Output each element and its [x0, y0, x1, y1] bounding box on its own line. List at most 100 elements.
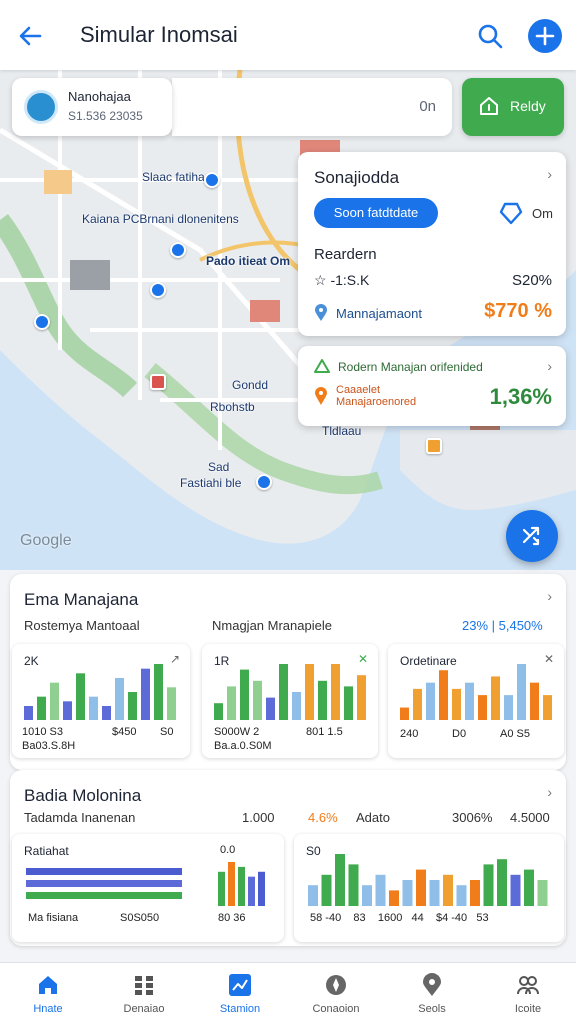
axis-foot: Ba.a.0.S0M: [214, 740, 272, 752]
profile-sub: S1.536 23035: [68, 109, 143, 123]
panel2-sub2: 1.000: [242, 810, 275, 825]
ready-button[interactable]: Reldy: [462, 78, 564, 136]
bar-chart: [400, 664, 552, 720]
map-label-5: Rbohstb: [210, 400, 255, 414]
bar: [478, 695, 487, 720]
bar: [228, 862, 235, 906]
bar: [50, 682, 59, 720]
panel2-stat4: 4.5000: [510, 810, 550, 825]
people-icon: [517, 976, 539, 995]
profile-card[interactable]: Nanohajaa S1.536 23035: [12, 78, 172, 136]
panel2-stat3: 3006%: [452, 810, 493, 825]
panel1-sub2: Nmagjan Mranapiele: [212, 618, 332, 633]
panel2-title: Badia Molonina: [24, 786, 142, 805]
progress-chart[interactable]: Ratiahat 0.0 Ma fisiana S0S050 80 36: [12, 834, 284, 942]
bar: [141, 668, 150, 720]
info2-title: Rodern Manajan orifenided: [338, 360, 483, 374]
triangle-icon: [314, 359, 330, 373]
home-icon: [39, 976, 57, 994]
axis-label: 1010 S3: [22, 726, 63, 738]
nav-home[interactable]: Hnate: [0, 963, 96, 1024]
axis-label: D0: [452, 728, 467, 740]
add-button[interactable]: [528, 19, 562, 53]
map-pin[interactable]: [170, 242, 186, 258]
bar: [537, 880, 548, 906]
bar: [266, 697, 275, 720]
bar: [413, 688, 422, 720]
axis-label: 801 1.5: [306, 726, 343, 738]
bar: [218, 871, 225, 906]
mini-chart-2[interactable]: 1R ✕ S000W 2 801 1.5 Ba.a.0.S0M: [202, 644, 378, 758]
axis-foot: 80 36: [218, 912, 246, 924]
app-header: Simular Inomsai: [0, 0, 576, 70]
info-card-title: Sonajiodda: [314, 168, 400, 187]
arrow-left-icon[interactable]: [14, 20, 46, 52]
map-pin[interactable]: [426, 438, 442, 454]
bar: [279, 664, 288, 720]
map-pin[interactable]: [204, 172, 220, 188]
mini-chart-3[interactable]: Ordetinare ✕ 240 D0 A0 S5: [388, 644, 564, 758]
bar: [253, 680, 262, 720]
side-chart-label: 0.0: [220, 844, 236, 856]
bar: [504, 695, 513, 720]
progress-bar: [26, 880, 182, 887]
home-outline-icon: [480, 97, 498, 115]
bar: [402, 880, 413, 906]
map-pin-icon: [315, 304, 327, 321]
chevron-right-icon[interactable]: ›: [547, 166, 552, 182]
chevron-right-icon[interactable]: ›: [547, 784, 552, 800]
bar: [375, 874, 386, 906]
bar: [429, 880, 440, 906]
map-label-1: Slaac fatiha: [142, 170, 205, 184]
bar: [37, 696, 46, 720]
panel1-title: Ema Manajana: [24, 590, 139, 609]
bar: [238, 866, 245, 906]
info2-label: Caaaelet Manajaroenored: [336, 384, 417, 408]
nav-label: Conaoion: [312, 1003, 360, 1015]
chart-icon: [229, 974, 251, 996]
panel2-sub1: Tadamda Inanenan: [24, 810, 136, 825]
map-pin[interactable]: [150, 374, 166, 390]
bar: [76, 673, 85, 720]
bar: [227, 686, 236, 720]
info-card-subtitle: Reardern: [314, 246, 377, 263]
bar: [348, 864, 359, 906]
chevron-right-icon[interactable]: ›: [547, 358, 552, 374]
bar-chart: [308, 854, 548, 906]
bar: [321, 874, 332, 906]
bar: [154, 664, 163, 720]
bar: [89, 696, 98, 720]
progress-bar: [26, 892, 182, 899]
axis-label: S0: [160, 726, 174, 738]
info-row2-label: Mannajamaont: [336, 306, 422, 321]
shuffle-button[interactable]: [506, 510, 558, 562]
bar: [491, 676, 500, 720]
nav-seols[interactable]: Seols: [384, 963, 480, 1024]
search-icon[interactable]: [474, 20, 506, 52]
status-text: 0n: [419, 98, 436, 115]
bar-chart-wide[interactable]: S0 58 -40 83 1600 44 $4 -40 53: [294, 834, 564, 942]
bar: [318, 680, 327, 720]
map-pin[interactable]: [256, 474, 272, 490]
ready-label: Reldy: [510, 98, 546, 114]
map-label-7: Sad: [208, 460, 230, 474]
google-logo: Google: [20, 532, 72, 549]
bar: [115, 678, 124, 720]
bar: [308, 885, 318, 906]
map-pin[interactable]: [150, 282, 166, 298]
nav-stamion[interactable]: Stamion: [192, 963, 288, 1024]
map-pin[interactable]: [34, 314, 50, 330]
map-label-2: Kaiana PCBrnani dlonenitens: [82, 212, 239, 226]
info-card-button[interactable]: Soon fatdtdate: [314, 198, 438, 228]
nav-denaiao[interactable]: Denaiao: [96, 963, 192, 1024]
panel1-sub1: Rostemya Mantoaal: [24, 618, 140, 633]
chevron-right-icon[interactable]: ›: [547, 588, 552, 604]
bar: [292, 692, 301, 720]
nav-conaoion[interactable]: Conaoion: [288, 963, 384, 1024]
bar: [452, 688, 461, 720]
nav-icoite[interactable]: Icoite: [480, 963, 576, 1024]
bar: [63, 701, 72, 720]
bar: [517, 664, 526, 720]
mini-chart-1[interactable]: 2K ↗ 1010 S3 $450 S0 Ba03.S.8H: [12, 644, 190, 758]
bar: [400, 707, 409, 720]
